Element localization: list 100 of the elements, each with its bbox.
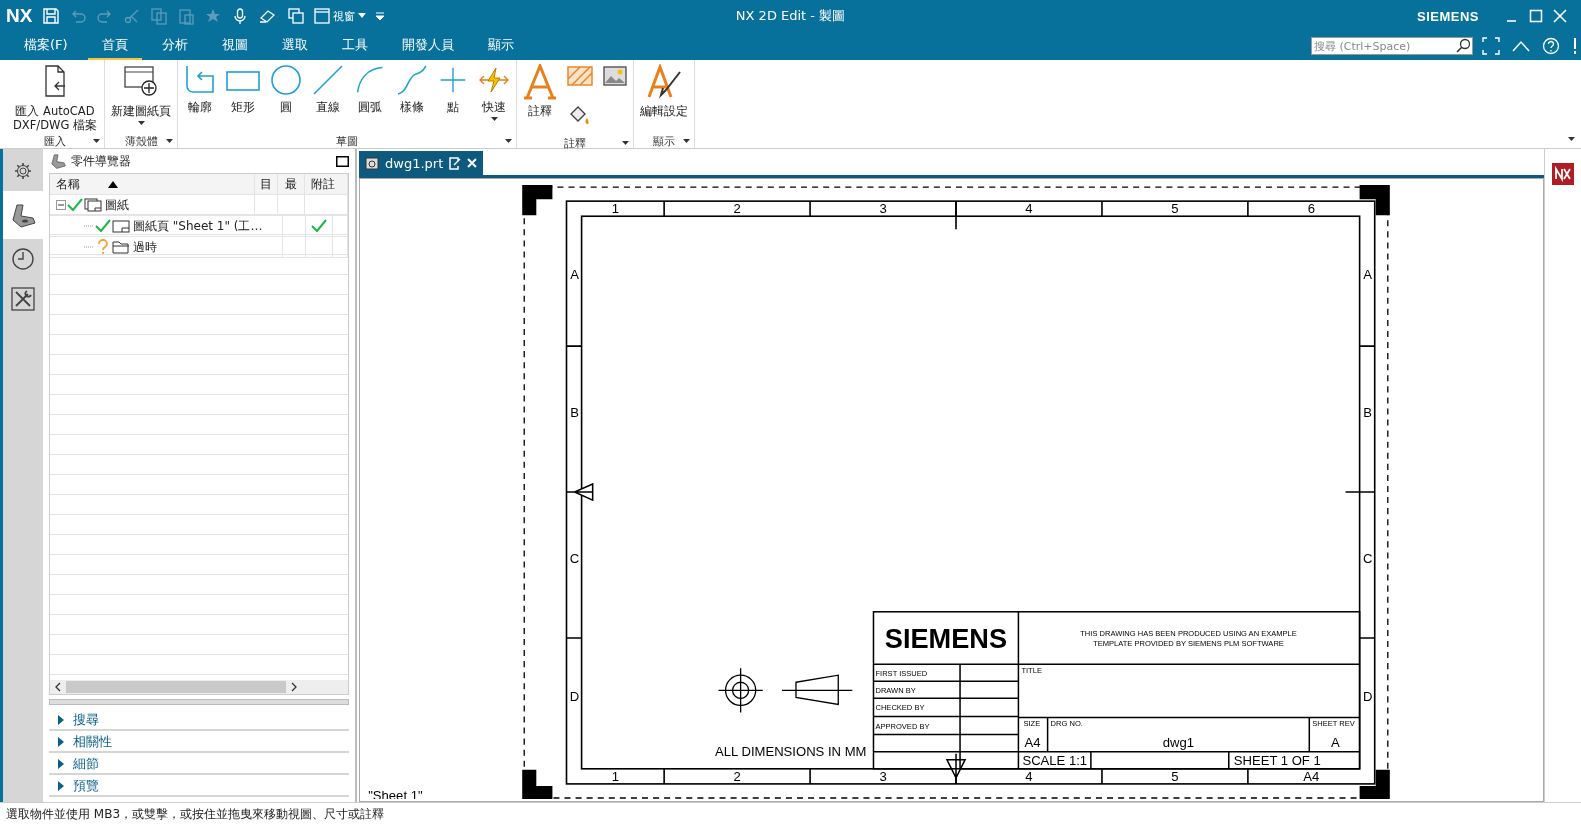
zone-label: 5 — [1171, 201, 1179, 217]
close-icon[interactable] — [1553, 9, 1567, 23]
part-icon — [49, 153, 67, 169]
collapsible-panel[interactable]: 預覽 — [49, 777, 349, 797]
zone-label: 2 — [733, 201, 741, 217]
search-field[interactable]: 搜尋 (Ctrl+Space) — [1311, 37, 1473, 55]
menu-tab[interactable]: 顯示 — [473, 32, 528, 60]
pop-out-icon[interactable] — [449, 156, 462, 170]
tree-item[interactable]: 圖紙頁 "Sheet 1" (工… — [133, 217, 263, 235]
caret-icon[interactable] — [683, 138, 690, 144]
tree-item[interactable]: 圖紙 — [105, 196, 129, 214]
centering-mark — [946, 752, 966, 785]
corner-mark — [522, 769, 553, 799]
zone-label: C — [569, 551, 580, 566]
zone-label: A — [570, 267, 579, 283]
circle-icon — [270, 64, 302, 96]
help-icon[interactable] — [1542, 37, 1560, 55]
customize-caret-icon[interactable] — [375, 11, 386, 21]
ribbon-group-label: 顯示 — [653, 133, 675, 149]
zone-label: C — [1362, 551, 1373, 566]
alert-icon[interactable] — [1572, 37, 1578, 55]
app-badge-icon[interactable] — [1552, 163, 1574, 185]
line-command[interactable]: 直線 — [308, 62, 348, 117]
menu-tab[interactable]: 選取 — [267, 32, 322, 60]
point-command[interactable]: 點 — [434, 62, 472, 117]
menu-tab[interactable]: 工具 — [327, 32, 382, 60]
status-message: 選取物件並使用 MB3，或雙擊，或按住並拖曳來移動視圖、尺寸或註釋 — [0, 802, 1581, 825]
app-logo: NX — [6, 5, 33, 27]
tree-item[interactable]: 過時 — [133, 238, 157, 256]
zone-label: 4 — [1025, 201, 1033, 217]
horizontal-scrollbar[interactable] — [50, 680, 348, 694]
caret-icon[interactable] — [166, 138, 173, 144]
sheet-icon — [112, 219, 130, 233]
column-header[interactable]: 目 — [255, 174, 278, 194]
profile-command[interactable]: 輪廓 — [180, 62, 220, 117]
arc-command[interactable]: 圓弧 — [350, 62, 390, 117]
rectangle-command[interactable]: 矩形 — [222, 62, 264, 117]
collapse-ribbon-icon[interactable] — [1512, 40, 1530, 52]
zone-label: 2 — [733, 768, 741, 784]
caret-icon[interactable] — [622, 140, 629, 146]
zone-label: A4 — [1303, 768, 1320, 784]
field-value: A4 — [1024, 734, 1041, 750]
zone-label: 5 — [1171, 768, 1179, 784]
zone-label: D — [569, 689, 580, 705]
collapsible-panel[interactable]: 搜尋 — [49, 711, 349, 731]
sheets-icon — [84, 198, 102, 212]
caret-icon[interactable] — [93, 138, 100, 144]
save-icon[interactable] — [42, 7, 61, 25]
menu-tab[interactable]: 開發人員 — [387, 32, 468, 60]
caret-icon[interactable] — [505, 138, 512, 144]
corner-mark — [1359, 769, 1390, 799]
part-file-icon — [365, 156, 379, 170]
corner-mark — [522, 185, 553, 216]
ribbon-group-label: 草圖 — [336, 133, 358, 149]
caret-icon[interactable] — [1568, 137, 1575, 142]
close-icon[interactable] — [467, 158, 478, 168]
menu-tab[interactable]: 檔案(F) — [10, 32, 82, 60]
hatch-icon — [567, 66, 593, 86]
brand-logo: SIEMENS — [1417, 8, 1479, 24]
zone-label: 6 — [1307, 201, 1315, 217]
menu-tab[interactable]: 首頁 — [87, 32, 142, 60]
note-command[interactable]: 註釋 — [519, 62, 561, 121]
column-header[interactable]: 名稱 — [50, 174, 255, 194]
quick-command[interactable]: 快速 — [474, 62, 514, 124]
search-icon[interactable] — [1455, 38, 1471, 54]
part-tab[interactable] — [3, 191, 43, 239]
spline-command[interactable]: 樣條 — [392, 62, 432, 117]
collapse-toggle-icon[interactable] — [56, 200, 66, 210]
spline-icon — [396, 64, 428, 96]
zone-label: A — [1363, 267, 1373, 283]
clock-icon — [11, 247, 35, 271]
document-tab-label: dwg1.prt — [385, 155, 444, 171]
column-header[interactable]: 附註 — [305, 174, 348, 194]
fullscreen-icon[interactable] — [1482, 37, 1500, 55]
import-command[interactable]: 匯入 AutoCAD DXF/DWG 檔案 — [8, 62, 102, 134]
zone-label: 1 — [611, 768, 619, 784]
edit-settings-command[interactable]: 編輯設定 — [636, 62, 692, 121]
collapsible-panel[interactable]: 相關性 — [49, 733, 349, 753]
ribbon-group-label: 註釋 — [564, 135, 586, 151]
corner-mark — [1359, 185, 1390, 216]
new-sheet-command[interactable]: 新建圖紙頁 — [107, 62, 175, 128]
maximize-icon[interactable] — [336, 155, 349, 167]
field-value: dwg1 — [1162, 734, 1195, 750]
document-tab[interactable]: dwg1.prt — [359, 151, 484, 175]
dimension-note: ALL DIMENSIONS IN MM — [715, 743, 867, 759]
circle-command[interactable]: 圓 — [266, 62, 306, 117]
part-icon — [9, 202, 37, 228]
column-header[interactable]: 最 — [278, 174, 305, 194]
zone-label: B — [1363, 405, 1373, 421]
sort-arrow-icon — [108, 180, 118, 188]
centering-mark — [565, 483, 594, 501]
menu-tab[interactable]: 視圖 — [207, 32, 262, 60]
menu-tab[interactable]: 分析 — [147, 32, 202, 60]
zone-label: B — [570, 405, 579, 421]
field-value: A — [1331, 734, 1340, 750]
folder-icon — [112, 240, 130, 254]
windows-icon[interactable] — [287, 7, 306, 25]
navigator-title: 零件導覽器 — [71, 152, 131, 170]
collapsible-panel[interactable]: 細節 — [49, 755, 349, 775]
window-menu-button[interactable]: 視窗 — [314, 8, 367, 24]
